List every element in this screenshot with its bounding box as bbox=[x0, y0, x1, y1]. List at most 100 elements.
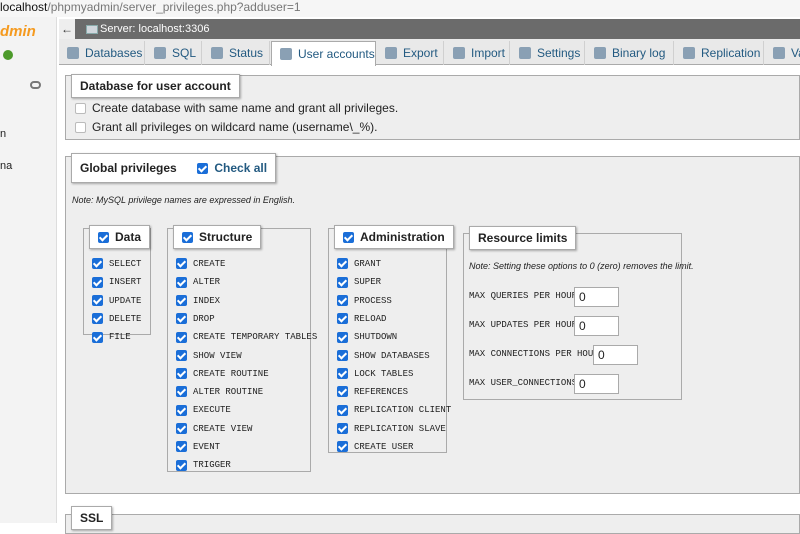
privilege-checkbox[interactable] bbox=[337, 441, 348, 453]
privilege-checkbox[interactable] bbox=[337, 386, 348, 398]
privilege-alter-routine[interactable]: ALTER ROUTINE bbox=[176, 384, 263, 398]
privilege-alter[interactable]: ALTER bbox=[176, 274, 220, 288]
privilege-checkbox[interactable] bbox=[92, 276, 103, 288]
privilege-lock-tables[interactable]: LOCK TABLES bbox=[337, 366, 413, 380]
privilege-checkbox[interactable] bbox=[337, 313, 348, 325]
limit-input-max-queries-per-hour[interactable]: 0 bbox=[574, 287, 619, 307]
tab-export[interactable]: Export bbox=[377, 41, 444, 65]
privilege-checkbox[interactable] bbox=[176, 313, 187, 325]
tab-databases[interactable]: Databases bbox=[59, 41, 145, 65]
check-all-checkbox[interactable] bbox=[197, 163, 209, 175]
structure-legend[interactable]: Structure bbox=[173, 225, 262, 249]
privilege-checkbox[interactable] bbox=[92, 331, 103, 343]
tab-binary-log[interactable]: Binary log bbox=[586, 41, 674, 65]
grant-wildcard-option[interactable]: Grant all privileges on wildcard name (u… bbox=[75, 120, 377, 134]
privilege-index[interactable]: INDEX bbox=[176, 293, 220, 307]
privilege-checkbox[interactable] bbox=[176, 349, 187, 361]
privilege-reload[interactable]: RELOAD bbox=[337, 311, 386, 325]
privilege-process[interactable]: PROCESS bbox=[337, 293, 392, 307]
privilege-checkbox[interactable] bbox=[176, 331, 187, 343]
structure-check-all-checkbox[interactable] bbox=[182, 232, 193, 244]
privilege-checkbox[interactable] bbox=[176, 258, 187, 270]
privileges-note: Note: MySQL privilege names are expresse… bbox=[72, 195, 295, 205]
check-all-label[interactable]: Check all bbox=[214, 161, 267, 175]
privilege-checkbox[interactable] bbox=[337, 404, 348, 416]
server-link[interactable]: Server: localhost:3306 bbox=[100, 19, 209, 39]
privilege-label: REPLICATION CLIENT bbox=[354, 405, 452, 416]
privilege-show-databases[interactable]: SHOW DATABASES bbox=[337, 348, 430, 362]
privilege-checkbox[interactable] bbox=[337, 276, 348, 288]
tab-replication[interactable]: Replication bbox=[675, 41, 764, 65]
limit-label: MAX UPDATES PER HOUR bbox=[469, 320, 578, 330]
privilege-show-view[interactable]: SHOW VIEW bbox=[176, 348, 242, 362]
privilege-checkbox[interactable] bbox=[337, 349, 348, 361]
privilege-create-temporary-tables[interactable]: CREATE TEMPORARY TABLES bbox=[176, 329, 317, 343]
link-icon[interactable] bbox=[30, 81, 41, 89]
privilege-checkbox[interactable] bbox=[337, 368, 348, 380]
create-db-checkbox[interactable] bbox=[75, 103, 86, 115]
privilege-references[interactable]: REFERENCES bbox=[337, 384, 408, 398]
privilege-drop[interactable]: DROP bbox=[176, 311, 215, 325]
privilege-execute[interactable]: EXECUTE bbox=[176, 402, 231, 416]
tab-import[interactable]: Import bbox=[445, 41, 510, 65]
limit-input-max-updates-per-hour[interactable]: 0 bbox=[574, 316, 619, 336]
sidebar-item[interactable]: na bbox=[0, 160, 12, 172]
privilege-create[interactable]: CREATE bbox=[176, 256, 225, 270]
privilege-event[interactable]: EVENT bbox=[176, 439, 220, 453]
sidebar-item[interactable]: n bbox=[0, 128, 6, 140]
privilege-replication-client[interactable]: REPLICATION CLIENT bbox=[337, 402, 451, 416]
privilege-create-routine[interactable]: CREATE ROUTINE bbox=[176, 366, 269, 380]
data-legend[interactable]: Data bbox=[89, 225, 151, 249]
replication-icon bbox=[683, 46, 695, 59]
tab-sql[interactable]: SQL bbox=[146, 41, 202, 65]
tab-user-accounts[interactable]: User accounts bbox=[271, 41, 376, 67]
administration-check-all-checkbox[interactable] bbox=[343, 232, 354, 244]
administration-legend[interactable]: Administration bbox=[334, 225, 454, 249]
privilege-replication-slave[interactable]: REPLICATION SLAVE bbox=[337, 421, 446, 435]
privilege-checkbox[interactable] bbox=[337, 331, 348, 343]
privilege-checkbox[interactable] bbox=[92, 313, 103, 325]
limit-input-max-user-connections[interactable]: 0 bbox=[574, 374, 619, 394]
privilege-label: FILE bbox=[109, 332, 131, 343]
privilege-label: SHOW DATABASES bbox=[354, 350, 430, 361]
privilege-checkbox[interactable] bbox=[176, 423, 187, 435]
tab-status[interactable]: Status bbox=[203, 41, 270, 65]
privilege-checkbox[interactable] bbox=[176, 386, 187, 398]
privilege-delete[interactable]: DELETE bbox=[92, 311, 141, 325]
privilege-checkbox[interactable] bbox=[176, 404, 187, 416]
back-arrow-icon[interactable]: ← bbox=[59, 19, 75, 39]
privilege-label: LOCK TABLES bbox=[354, 368, 414, 379]
privilege-checkbox[interactable] bbox=[176, 276, 187, 288]
data-check-all-checkbox[interactable] bbox=[98, 232, 109, 244]
privilege-file[interactable]: FILE bbox=[92, 329, 131, 343]
tab-va[interactable]: Va bbox=[765, 41, 800, 65]
privilege-checkbox[interactable] bbox=[337, 258, 348, 270]
address-bar[interactable]: localhost/phpmyadmin/server_privileges.p… bbox=[0, 0, 800, 17]
privilege-checkbox[interactable] bbox=[176, 368, 187, 380]
privilege-select[interactable]: SELECT bbox=[92, 256, 141, 270]
administration-privileges-group: Administration GRANT SUPER PROCESS RELOAD SH… bbox=[328, 225, 454, 453]
tab-settings[interactable]: Settings bbox=[511, 41, 585, 65]
privilege-update[interactable]: UPDATE bbox=[92, 293, 141, 307]
limit-input-max-connections-per-hour[interactable]: 0 bbox=[593, 345, 638, 365]
privilege-create-user[interactable]: CREATE USER bbox=[337, 439, 413, 453]
grant-wildcard-checkbox[interactable] bbox=[75, 122, 86, 134]
privilege-checkbox[interactable] bbox=[176, 441, 187, 453]
privilege-checkbox[interactable] bbox=[337, 294, 348, 306]
privilege-super[interactable]: SUPER bbox=[337, 274, 381, 288]
logo[interactable]: dmin bbox=[0, 23, 36, 40]
privilege-checkbox[interactable] bbox=[176, 459, 187, 471]
privilege-grant[interactable]: GRANT bbox=[337, 256, 381, 270]
privilege-checkbox[interactable] bbox=[176, 294, 187, 306]
home-icon[interactable] bbox=[3, 50, 13, 60]
privilege-trigger[interactable]: TRIGGER bbox=[176, 457, 231, 471]
privilege-shutdown[interactable]: SHUTDOWN bbox=[337, 329, 397, 343]
privilege-checkbox[interactable] bbox=[92, 258, 103, 270]
privilege-insert[interactable]: INSERT bbox=[92, 274, 141, 288]
variables-icon bbox=[773, 46, 785, 59]
privilege-label: SUPER bbox=[354, 277, 382, 288]
create-db-option[interactable]: Create database with same name and grant… bbox=[75, 101, 398, 115]
privilege-checkbox[interactable] bbox=[337, 423, 348, 435]
privilege-create-view[interactable]: CREATE VIEW bbox=[176, 421, 252, 435]
privilege-checkbox[interactable] bbox=[92, 294, 103, 306]
